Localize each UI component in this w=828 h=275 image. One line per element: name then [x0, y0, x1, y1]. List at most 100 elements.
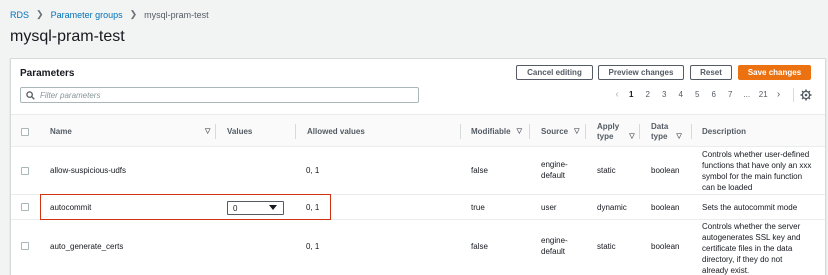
chevron-right-icon[interactable]: › — [772, 89, 786, 100]
pagination: ‹ 1 2 3 4 5 6 7 ... 21 › — [611, 89, 786, 100]
cancel-editing-button[interactable]: Cancel editing — [516, 65, 593, 80]
breadcrumb-rds-link[interactable]: RDS — [10, 10, 29, 20]
page-3[interactable]: 3 — [656, 90, 673, 99]
page-6[interactable]: 6 — [706, 90, 723, 99]
description: Controls whether the server autogenerate… — [702, 221, 800, 275]
filter-placeholder: Filter parameters — [40, 90, 101, 100]
sort-data-type-icon[interactable]: ▽ — [676, 132, 681, 142]
allowed-values: 0, 1 — [306, 166, 320, 175]
value-select[interactable]: 0 — [227, 201, 284, 215]
data-type: boolean — [651, 203, 680, 212]
description: Controls whether user-defined functions … — [702, 149, 811, 193]
table-header: Name ▽ Values Allowed values Modifiable … — [11, 114, 825, 147]
source-line: engine- — [541, 236, 568, 245]
header-source[interactable]: Source ▽ — [541, 115, 580, 148]
header-apply-type-line1: Apply — [597, 121, 620, 131]
page-title: mysql-pram-test — [10, 28, 125, 45]
page-4[interactable]: 4 — [673, 90, 690, 99]
preview-changes-button[interactable]: Preview changes — [598, 65, 684, 80]
sort-modifiable-icon[interactable]: ▽ — [517, 127, 522, 137]
header-values: Values — [227, 126, 253, 136]
column-divider — [295, 124, 296, 139]
header-apply-type-line2: type — [597, 131, 614, 141]
caret-down-icon — [269, 205, 277, 210]
apply-type: static — [597, 242, 616, 251]
divider — [793, 88, 794, 102]
modifiable: true — [471, 203, 485, 212]
description-line: Controls whether the server — [702, 222, 801, 231]
page-1[interactable]: 1 — [623, 90, 640, 99]
header-data-type-line1: Data — [651, 121, 669, 131]
description-line: directory, if they do not — [702, 255, 783, 264]
sort-source-icon[interactable]: ▽ — [574, 127, 579, 137]
chevron-right-icon: ❯ — [36, 9, 44, 19]
modifiable: false — [471, 242, 488, 251]
page-2[interactable]: 2 — [640, 90, 657, 99]
header-modifiable-label: Modifiable — [471, 126, 511, 136]
header-data-type-line2: type — [651, 131, 668, 141]
description-line: already exist. — [702, 266, 750, 275]
description-line: symbol for the main function — [702, 172, 803, 181]
column-divider — [460, 124, 461, 139]
header-modifiable[interactable]: Modifiable ▽ — [471, 115, 522, 148]
param-name: auto_generate_certs — [50, 242, 124, 251]
parameters-table: Name ▽ Values Allowed values Modifiable … — [11, 114, 825, 275]
page-21[interactable]: 21 — [755, 90, 772, 99]
apply-type: static — [597, 166, 616, 175]
description-line: Controls whether user-defined — [702, 150, 810, 159]
allowed-values: 0, 1 — [306, 203, 320, 212]
param-name: autocommit — [50, 203, 92, 212]
row-checkbox[interactable] — [21, 203, 29, 211]
row-select-cell — [21, 167, 29, 175]
header-apply-type-label: Apply type — [597, 122, 619, 142]
breadcrumb-parameter-groups-link[interactable]: Parameter groups — [51, 10, 123, 20]
column-divider — [691, 124, 692, 139]
page-7[interactable]: 7 — [722, 90, 739, 99]
sort-apply-type-icon[interactable]: ▽ — [629, 132, 634, 142]
parameters-panel: Parameters Cancel editing Preview change… — [10, 58, 826, 275]
column-divider — [529, 124, 530, 139]
row-select-cell — [21, 203, 29, 211]
row-select-cell — [21, 242, 29, 250]
row-checkbox[interactable] — [21, 167, 29, 175]
source: engine- default — [541, 235, 568, 257]
column-divider — [215, 124, 216, 139]
page-5[interactable]: 5 — [689, 90, 706, 99]
table-row[interactable]: allow-suspicious-udfs 0, 1 false engine-… — [11, 147, 825, 195]
page-ellipsis: ... — [743, 90, 751, 99]
value-select-label: 0 — [233, 203, 238, 213]
select-all-checkbox[interactable] — [21, 127, 29, 136]
allowed-values: 0, 1 — [306, 242, 320, 251]
header-name[interactable]: Name — [50, 115, 72, 148]
row-checkbox[interactable] — [21, 242, 29, 250]
source-line: default — [541, 247, 566, 256]
chevron-right-icon: ❯ — [129, 9, 138, 19]
table-row[interactable]: autocommit 0 0, 1 true user dynamic bool… — [11, 194, 825, 220]
header-name-label: Name — [50, 126, 72, 136]
breadcrumb: RDS ❯ Parameter groups ❯ mysql-pram-test — [10, 9, 209, 20]
sort-name-icon[interactable]: ▽ — [199, 115, 210, 148]
source: engine- default — [541, 159, 568, 181]
param-name: allow-suspicious-udfs — [50, 166, 127, 175]
save-changes-button[interactable]: Save changes — [738, 65, 811, 80]
description: Sets the autocommit mode — [702, 203, 798, 212]
filter-parameters-input[interactable]: Filter parameters — [20, 87, 419, 103]
header-source-label: Source — [541, 126, 569, 136]
table-row[interactable]: auto_generate_certs 0, 1 false engine- d… — [11, 220, 825, 275]
gear-icon[interactable] — [800, 89, 812, 101]
modifiable: false — [471, 166, 488, 175]
select-all-cell — [21, 115, 29, 148]
header-allowed-values: Allowed values — [307, 126, 365, 136]
description-line: certificate files in the data — [702, 244, 793, 253]
column-divider — [585, 124, 586, 139]
source: user — [541, 203, 557, 212]
header-apply-type[interactable]: Apply type ▽ — [597, 115, 635, 148]
column-divider — [639, 124, 640, 139]
header-description: Description — [702, 126, 747, 136]
description-line: can be loaded — [702, 183, 753, 192]
breadcrumb-current: mysql-pram-test — [144, 9, 209, 20]
header-data-type[interactable]: Data type ▽ — [651, 115, 682, 148]
reset-button[interactable]: Reset — [690, 65, 732, 80]
search-icon — [26, 90, 35, 100]
chevron-left-icon[interactable]: ‹ — [611, 89, 623, 100]
